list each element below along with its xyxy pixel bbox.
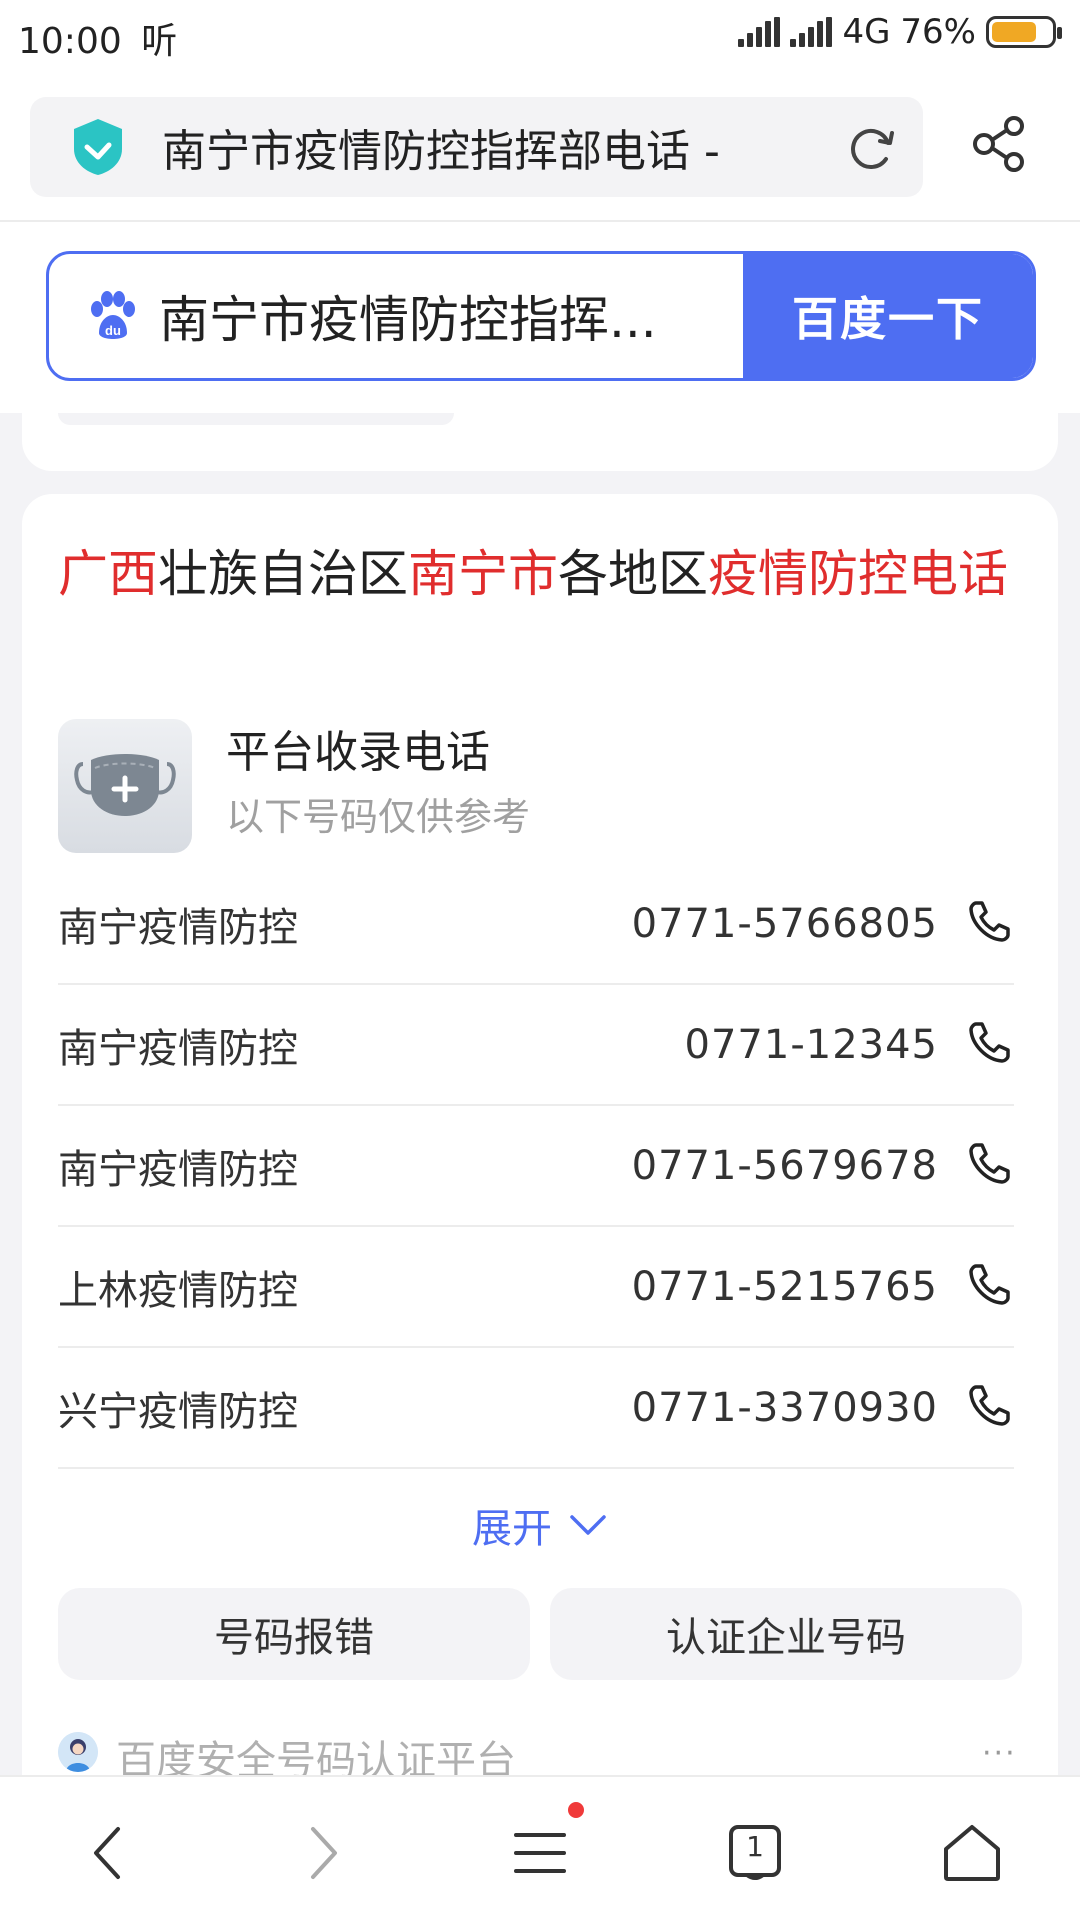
certify-number-button[interactable]: 认证企业号码	[550, 1588, 1022, 1680]
search-input[interactable]: du 南宁市疫情防控指挥...	[49, 254, 743, 378]
home-icon	[944, 1825, 1000, 1881]
phone-number[interactable]: 0771-3370930	[632, 1385, 938, 1431]
menu-icon	[514, 1833, 566, 1873]
previous-card-pill	[58, 413, 454, 425]
battery-percent: 76%	[900, 12, 976, 52]
phone-call-icon[interactable]	[966, 1018, 1014, 1066]
chevron-down-icon	[570, 1515, 606, 1535]
phone-row[interactable]: 上林疫情防控 0771-5215765	[58, 1227, 1014, 1348]
phone-row[interactable]: 兴宁疫情防控 0771-3370930	[58, 1348, 1014, 1469]
network-type: 4G	[842, 12, 891, 52]
phone-call-icon[interactable]	[966, 897, 1014, 945]
svg-text:du: du	[105, 323, 121, 338]
baidu-paw-icon: du	[91, 291, 135, 339]
platform-avatar	[58, 1732, 98, 1772]
security-shield-icon	[74, 119, 122, 175]
platform-subtitle: 以下号码仅供参考	[226, 795, 531, 839]
status-time: 10:00 听	[18, 21, 178, 62]
chevron-left-icon	[94, 1827, 120, 1879]
title-text: 壮族自治区	[158, 545, 408, 603]
contact-name: 南宁疫情防控	[58, 1146, 298, 1193]
phone-call-icon[interactable]	[966, 1139, 1014, 1187]
contact-name: 南宁疫情防控	[58, 1025, 298, 1072]
report-error-button[interactable]: 号码报错	[58, 1588, 530, 1680]
contact-name: 南宁疫情防控	[58, 904, 298, 951]
contact-name: 兴宁疫情防控	[58, 1388, 298, 1435]
phone-row[interactable]: 南宁疫情防控 0771-5766805	[58, 864, 1014, 985]
expand-label: 展开	[472, 1506, 552, 1552]
phone-number[interactable]: 0771-5215765	[632, 1264, 938, 1310]
tabs-button[interactable]: 1	[720, 1820, 790, 1886]
mask-icon	[58, 719, 192, 853]
divider	[0, 220, 1080, 222]
listen-icon: 听	[141, 21, 178, 62]
title-text: 各地区	[558, 545, 708, 603]
more-options-icon[interactable]: ···	[982, 1736, 1017, 1771]
share-icon[interactable]	[968, 112, 1032, 176]
status-indicators: 4G 76%	[738, 12, 1062, 52]
platform-title: 平台收录电话	[226, 727, 490, 778]
search-button[interactable]: 百度一下	[743, 254, 1033, 378]
phone-number[interactable]: 0771-12345	[685, 1022, 938, 1068]
phone-row[interactable]: 南宁疫情防控 0771-12345	[58, 985, 1014, 1106]
search-box: du 南宁市疫情防控指挥... 百度一下	[46, 251, 1036, 381]
title-highlight: 广西	[58, 545, 158, 603]
phone-number[interactable]: 0771-5679678	[632, 1143, 938, 1189]
phone-list: 南宁疫情防控 0771-5766805 南宁疫情防控 0771-12345 南宁疫情防控…	[58, 864, 1014, 1469]
forward-button[interactable]	[288, 1820, 358, 1886]
reload-icon[interactable]	[844, 121, 898, 175]
home-button[interactable]	[937, 1820, 1007, 1886]
phone-call-icon[interactable]	[966, 1381, 1014, 1429]
contact-name: 上林疫情防控	[58, 1267, 298, 1314]
signal-icon	[738, 17, 781, 47]
back-button[interactable]	[73, 1820, 143, 1886]
phone-call-icon[interactable]	[966, 1260, 1014, 1308]
chevron-right-icon	[311, 1827, 337, 1879]
page-title: 南宁市疫情防控指挥部电话 -	[162, 126, 720, 177]
notification-dot	[568, 1802, 584, 1818]
search-query: 南宁市疫情防控指挥...	[159, 291, 657, 349]
title-highlight: 南宁市	[408, 545, 558, 603]
title-highlight: 疫情防控电话	[708, 545, 1008, 603]
battery-icon	[986, 16, 1062, 48]
phone-row[interactable]: 南宁疫情防控 0771-5679678	[58, 1106, 1014, 1227]
address-bar[interactable]: 南宁市疫情防控指挥部电话 -	[30, 97, 923, 197]
expand-button[interactable]: 展开	[0, 1496, 1080, 1554]
menu-button[interactable]	[505, 1820, 575, 1886]
phone-number[interactable]: 0771-5766805	[632, 901, 938, 947]
hd-signal-icon	[790, 17, 833, 47]
card-title[interactable]: 广西壮族自治区南宁市各地区疫情防控电话	[58, 538, 1008, 610]
tabs-count: 1	[746, 1830, 764, 1863]
